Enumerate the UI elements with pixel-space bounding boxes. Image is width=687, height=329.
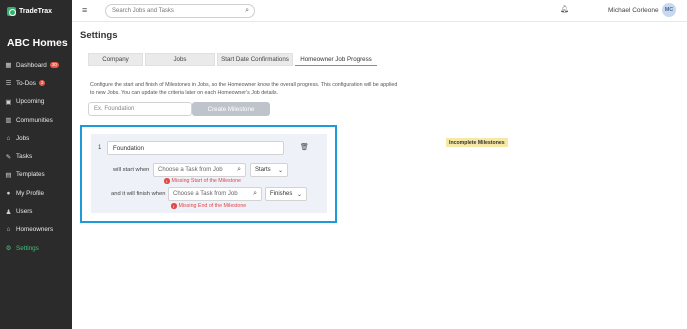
users-icon: ♟ [5, 208, 12, 216]
tab-start-date-confirmations[interactable]: Start Date Confirmations [217, 53, 293, 66]
sidebar-item-my-profile[interactable]: ● My Profile [0, 184, 72, 202]
sidebar: TradeTrax ABC Homes ▦ Dashboard 30 ☰ To-… [0, 0, 72, 329]
dashboard-icon: ▦ [5, 62, 12, 70]
count-badge: 30 [49, 62, 59, 69]
list-icon: ☰ [5, 80, 12, 88]
finish-label: and it will finish when [111, 191, 166, 197]
start-mode-value: Starts [255, 167, 271, 173]
finish-error-message: ! Missing End of the Milestone [171, 203, 246, 209]
milestone-number: 1 [98, 145, 102, 151]
sidebar-item-label: My Profile [16, 189, 44, 197]
start-error-text: Missing Start of the Milestone [171, 178, 241, 184]
search-input[interactable]: Search Jobs and Tasks ⌕ [105, 4, 255, 18]
description-text: Configure the start and finish of Milest… [90, 82, 398, 96]
logo[interactable]: TradeTrax [7, 7, 52, 16]
tab-jobs[interactable]: Jobs [145, 53, 215, 66]
sidebar-item-templates[interactable]: ▤ Templates [0, 166, 72, 184]
sidebar-item-homeowners[interactable]: ⌂ Homeowners [0, 221, 72, 239]
chevron-down-icon: ⌄ [296, 192, 302, 198]
logo-text: TradeTrax [19, 8, 53, 15]
calendar-icon: ▣ [5, 98, 12, 106]
incomplete-milestones-badge: Incomplete Milestones [446, 138, 508, 147]
sidebar-item-todos[interactable]: ☰ To-Dos 2 [0, 74, 72, 92]
user-name[interactable]: Michael Corleone [608, 7, 659, 14]
sidebar-item-label: Users [16, 208, 33, 216]
settings-tabs: Company Jobs Start Date Confirmations Ho… [88, 53, 379, 66]
milestone-name-field[interactable]: Foundation [107, 141, 284, 155]
start-error-message: ! Missing Start of the Milestone [164, 178, 241, 184]
page-title: Settings [80, 30, 118, 41]
hamburger-menu-icon[interactable]: ≡ [82, 5, 87, 15]
create-milestone-button[interactable]: Create Milestone [192, 102, 270, 116]
search-icon: ⌕ [237, 166, 241, 173]
sidebar-item-label: Communities [16, 116, 53, 124]
sidebar-item-label: To-Dos [16, 79, 36, 87]
start-label: will start when [113, 167, 150, 173]
sidebar-item-jobs[interactable]: ⌂ Jobs [0, 129, 72, 147]
start-task-placeholder: Choose a Task from Job [158, 167, 223, 173]
finish-mode-select[interactable]: Finishes ⌄ [265, 187, 307, 201]
milestone-name-input[interactable]: Ex. Foundation [88, 102, 192, 116]
user-icon: ● [6, 189, 11, 197]
count-badge: 2 [38, 80, 46, 87]
trash-icon[interactable]: 🗑︎ [300, 143, 309, 151]
gear-icon: ⚙ [5, 245, 12, 253]
house-user-icon: ⌂ [6, 226, 11, 234]
home-icon: ⌂ [6, 134, 11, 142]
sidebar-nav: ▦ Dashboard 30 ☰ To-Dos 2 ▣ Upcoming ▥ C… [0, 56, 72, 257]
start-mode-select[interactable]: Starts ⌄ [250, 163, 288, 177]
chevron-down-icon: ⌄ [277, 168, 283, 174]
logo-icon [7, 7, 16, 16]
sidebar-item-label: Homeowners [16, 226, 54, 234]
bell-icon[interactable]: 🔔︎ [560, 5, 569, 13]
search-icon: ⌕ [253, 190, 257, 197]
milestone-card: 1 Foundation 🗑︎ will start when Choose a… [91, 134, 327, 213]
finish-error-text: Missing End of the Milestone [178, 203, 247, 209]
tab-homeowner-job-progress[interactable]: Homeowner Job Progress [295, 53, 377, 66]
search-icon[interactable]: ⌕ [245, 7, 249, 15]
sidebar-item-dashboard[interactable]: ▦ Dashboard 30 [0, 56, 72, 74]
sidebar-item-label: Dashboard [16, 61, 47, 69]
sidebar-item-tasks[interactable]: ✎ Tasks [0, 147, 72, 165]
top-bar: ≡ Search Jobs and Tasks ⌕ 🔔︎ Michael Cor… [72, 0, 687, 22]
finish-mode-value: Finishes [270, 191, 293, 197]
sidebar-item-label: Settings [16, 244, 39, 252]
sidebar-item-label: Tasks [16, 153, 33, 161]
sidebar-item-label: Templates [16, 171, 45, 179]
sidebar-item-settings[interactable]: ⚙ Settings [0, 239, 72, 257]
company-name: ABC Homes [7, 37, 68, 49]
wrench-icon: ✎ [5, 153, 12, 161]
search-placeholder: Search Jobs and Tasks [112, 8, 174, 14]
sidebar-item-communities[interactable]: ▥ Communities [0, 111, 72, 129]
finish-task-placeholder: Choose a Task from Job [173, 191, 238, 197]
finish-task-select[interactable]: Choose a Task from Job ⌕ [168, 187, 262, 201]
main-content: Settings Company Jobs Start Date Confirm… [72, 22, 687, 329]
error-icon: ! [171, 203, 177, 209]
sidebar-item-users[interactable]: ♟ Users [0, 202, 72, 220]
tab-company[interactable]: Company [88, 53, 143, 66]
avatar[interactable]: MC [662, 3, 676, 17]
template-icon: ▤ [5, 171, 12, 179]
error-icon: ! [164, 178, 170, 184]
sidebar-item-upcoming[interactable]: ▣ Upcoming [0, 93, 72, 111]
sidebar-item-label: Upcoming [16, 98, 45, 106]
building-icon: ▥ [5, 117, 12, 125]
start-task-select[interactable]: Choose a Task from Job ⌕ [153, 163, 246, 177]
sidebar-item-label: Jobs [16, 134, 30, 142]
